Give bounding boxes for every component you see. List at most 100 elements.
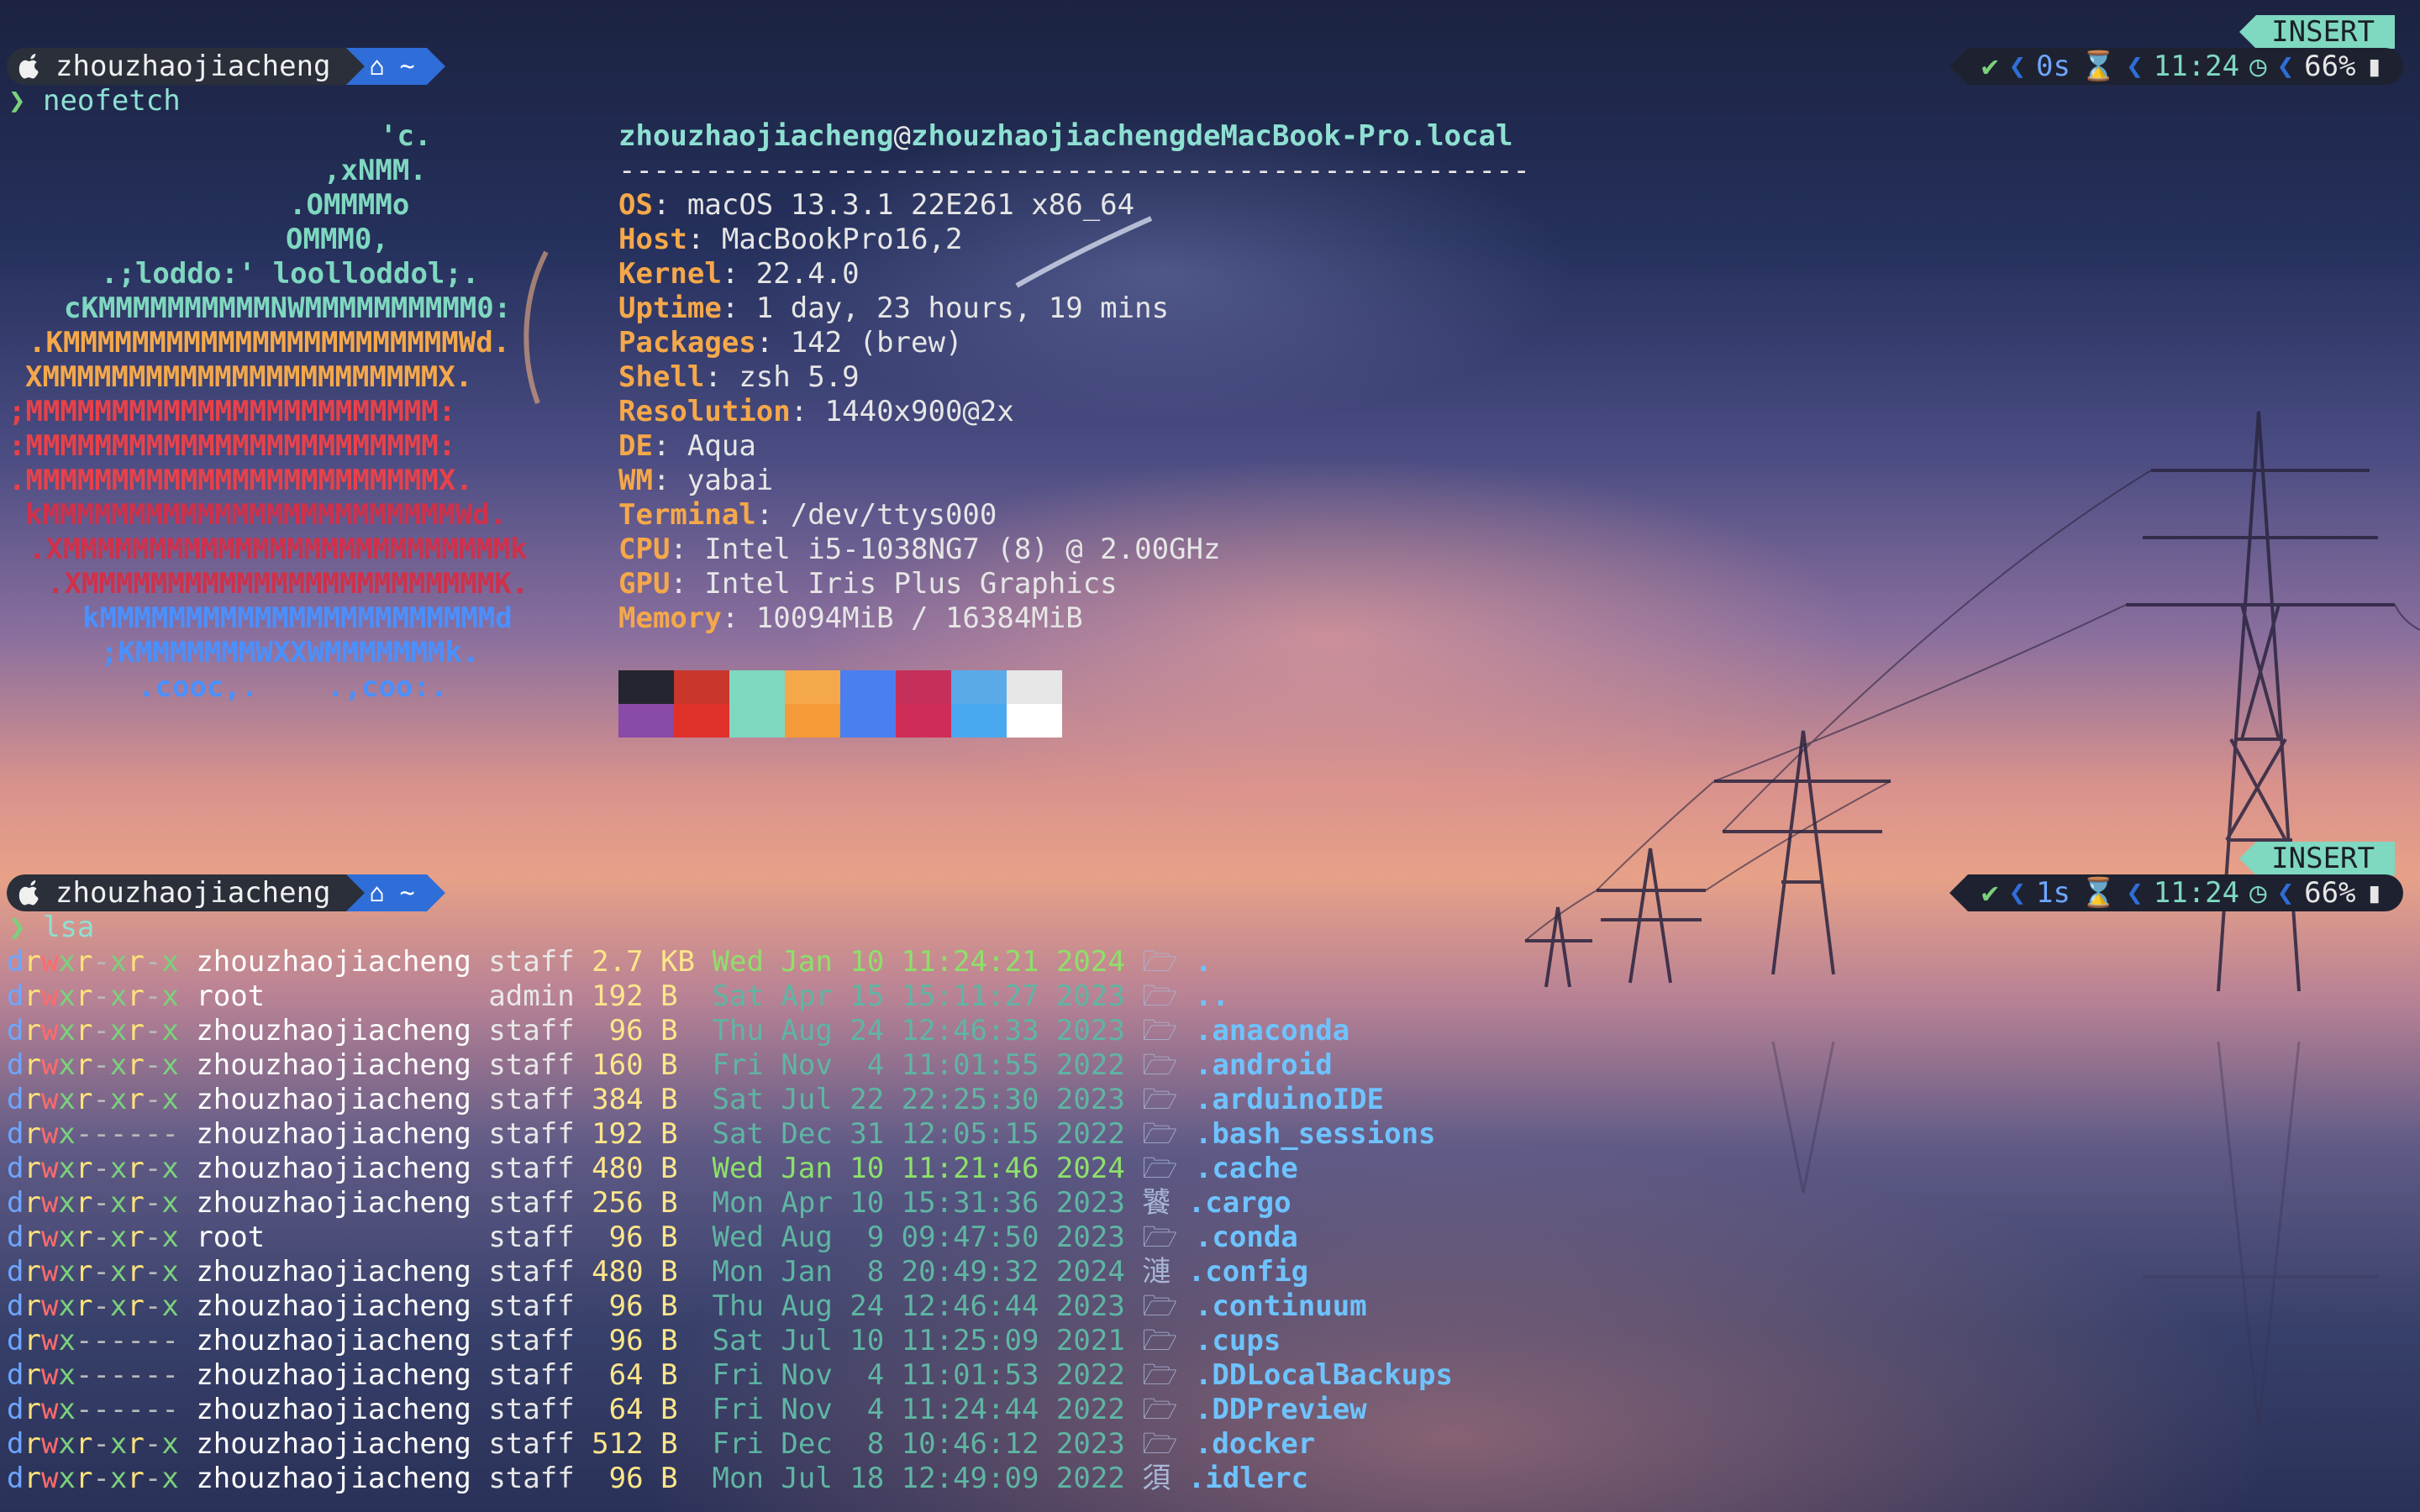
prompt-dir: ~ <box>399 51 415 81</box>
info-value: 1 day, 23 hours, 19 mins <box>755 291 1170 325</box>
file-date: Thu Aug 24 12:46:44 2023 <box>712 1289 1125 1323</box>
folder-icon: 須 <box>1142 1462 1171 1495</box>
file-size: 96 <box>592 1462 644 1495</box>
file-group: staff <box>488 1462 575 1495</box>
vim-mode-indicator-top: INSERT <box>2239 15 2395 49</box>
file-owner: zhouzhaojiacheng <box>196 945 471 979</box>
file-group: staff <box>488 1358 575 1392</box>
apple-icon <box>18 54 39 79</box>
list-item[interactable]: drwx------ zhouzhaojiacheng staff 64 B F… <box>7 1393 1367 1427</box>
file-name: .arduinoIDE <box>1194 1083 1385 1116</box>
file-permissions: drwxr-xr-x <box>7 1186 179 1220</box>
file-permissions: drwxr-xr-x <box>7 945 179 979</box>
home-icon: ⌂ <box>369 51 385 81</box>
ascii-line: .XMMMMMMMMMMMMMMMMMMMMMMMMK. <box>47 567 529 601</box>
list-item[interactable]: drwxr-xr-x zhouzhaojiacheng staff 480 B … <box>7 1152 1298 1186</box>
ascii-line: .cooc,. .,coo:. <box>138 670 448 704</box>
info-separator: ----------------------------------------… <box>618 154 1530 187</box>
clock-icon: ◷ <box>2249 876 2267 910</box>
list-item[interactable]: drwxr-xr-x zhouzhaojiacheng staff 480 B … <box>7 1255 1308 1289</box>
info-value: yabai <box>687 464 774 497</box>
list-item[interactable]: drwx------ zhouzhaojiacheng staff 192 B … <box>7 1117 1436 1152</box>
list-item[interactable]: drwxr-xr-x zhouzhaojiacheng staff 384 B … <box>7 1083 1384 1117</box>
separator-chevron-icon: ❮ <box>2008 876 2026 910</box>
info-key: OS <box>618 188 653 222</box>
battery-level: 66% <box>2304 50 2356 83</box>
file-permissions: drwxr-xr-x <box>7 1462 179 1495</box>
info-title: zhouzhaojiacheng@zhouzhaojiachengdeMacBo… <box>618 119 1530 154</box>
info-row: Uptime: 1 day, 23 hours, 19 mins <box>618 291 1170 325</box>
info-key: Shell <box>618 360 705 394</box>
info-value: zsh 5.9 <box>739 360 860 394</box>
list-item[interactable]: drwxr-xr-x zhouzhaojiacheng staff 96 B T… <box>7 1289 1367 1324</box>
file-size-unit: KB <box>660 945 696 979</box>
info-row: WM: yabai <box>618 464 774 497</box>
file-owner: zhouzhaojiacheng <box>196 1324 471 1357</box>
list-item[interactable]: drwxr-xr-x root staff 96 B Wed Aug 9 09:… <box>7 1221 1298 1255</box>
folder-icon: 🗁 <box>1142 1083 1178 1116</box>
ascii-line: :MMMMMMMMMMMMMMMMMMMMMMMM: <box>8 429 456 463</box>
file-size-unit: B <box>660 1048 696 1082</box>
command-text: neofetch <box>42 84 181 118</box>
ascii-line: .KMMMMMMMMMMMMMMMMMMMMMMMWd. <box>29 326 511 360</box>
file-size: 96 <box>592 1324 644 1357</box>
prompt-username: zhouzhaojiacheng <box>55 50 331 83</box>
file-group: staff <box>488 1186 575 1220</box>
file-owner: zhouzhaojiacheng <box>196 1393 471 1426</box>
list-item[interactable]: drwxr-xr-x zhouzhaojiacheng staff 96 B M… <box>7 1462 1308 1496</box>
separator-chevron-icon: ❮ <box>2126 50 2144 83</box>
file-date: Fri Nov 4 11:24:44 2022 <box>712 1393 1125 1426</box>
battery-icon: ▮ <box>2365 50 2383 83</box>
list-item[interactable]: drwxr-xr-x zhouzhaojiacheng staff 2.7 KB… <box>7 945 1212 979</box>
file-owner: zhouzhaojiacheng <box>196 1255 471 1289</box>
file-name: .anaconda <box>1194 1014 1350 1047</box>
file-owner: root <box>196 979 471 1013</box>
folder-icon: 🗁 <box>1142 1117 1178 1151</box>
file-size: 2.7 <box>592 945 644 979</box>
list-item[interactable]: drwxr-xr-x zhouzhaojiacheng staff 160 B … <box>7 1048 1333 1083</box>
success-check-icon: ✔ <box>1981 876 1999 910</box>
info-value: MacBookPro16,2 <box>721 223 963 256</box>
file-date: Mon Jan 8 20:49:32 2024 <box>712 1255 1125 1289</box>
list-item[interactable]: drwx------ zhouzhaojiacheng staff 96 B S… <box>7 1324 1281 1358</box>
file-size-unit: B <box>660 1152 696 1185</box>
list-item[interactable]: drwxr-xr-x zhouzhaojiacheng staff 96 B T… <box>7 1014 1349 1048</box>
list-item[interactable]: drwxr-xr-x zhouzhaojiacheng staff 512 B … <box>7 1427 1315 1462</box>
file-size-unit: B <box>660 1221 696 1254</box>
file-date: Fri Nov 4 11:01:53 2022 <box>712 1358 1125 1392</box>
palette-swatch <box>840 704 896 738</box>
file-date: Sat Jul 22 22:25:30 2023 <box>712 1083 1125 1116</box>
info-key: CPU <box>618 533 671 566</box>
info-key: Packages <box>618 326 756 360</box>
folder-icon: 🗁 <box>1142 1221 1178 1254</box>
file-size: 64 <box>592 1393 644 1426</box>
info-row: Terminal: /dev/ttys000 <box>618 498 997 532</box>
info-value: 1440x900@2x <box>824 395 1014 428</box>
info-row: Packages: 142 (brew) <box>618 326 963 360</box>
ascii-line: ;MMMMMMMMMMMMMMMMMMMMMMMM: <box>8 395 456 428</box>
folder-icon: 🗁 <box>1142 1048 1178 1082</box>
file-name: .config <box>1187 1255 1309 1289</box>
ascii-line: .MMMMMMMMMMMMMMMMMMMMMMMMX. <box>8 464 473 497</box>
file-name: .cargo <box>1187 1186 1292 1220</box>
info-row: GPU: Intel Iris Plus Graphics <box>618 567 1118 601</box>
info-value: 22.4.0 <box>755 257 860 291</box>
list-item[interactable]: drwxr-xr-x root admin 192 B Sat Apr 15 1… <box>7 979 1229 1014</box>
separator-chevron-icon: ❮ <box>2126 876 2144 910</box>
separator-chevron-icon: ❮ <box>2008 50 2026 83</box>
palette-swatch <box>951 670 1007 704</box>
file-date: Wed Jan 10 11:21:46 2024 <box>712 1152 1125 1185</box>
hourglass-icon: ⌛ <box>2080 876 2117 910</box>
palette-swatch <box>674 670 729 704</box>
file-size-unit: B <box>660 1324 696 1357</box>
file-date: Wed Aug 9 09:47:50 2023 <box>712 1221 1125 1254</box>
status-bar-top: ✔ ❮ 0s ⌛ ❮ 11:24 ◷ ❮ 66% ▮ <box>1949 48 2403 85</box>
file-group: staff <box>488 1152 575 1185</box>
palette-swatch <box>896 670 951 704</box>
file-name: .idlerc <box>1187 1462 1309 1495</box>
list-item[interactable]: drwxr-xr-x zhouzhaojiacheng staff 256 B … <box>7 1186 1292 1221</box>
ascii-line: kMMMMMMMMMMMMMMMMMMMMMMMMWd. <box>25 498 508 532</box>
palette-swatch <box>729 704 785 738</box>
file-name: .android <box>1194 1048 1333 1082</box>
list-item[interactable]: drwx------ zhouzhaojiacheng staff 64 B F… <box>7 1358 1453 1393</box>
